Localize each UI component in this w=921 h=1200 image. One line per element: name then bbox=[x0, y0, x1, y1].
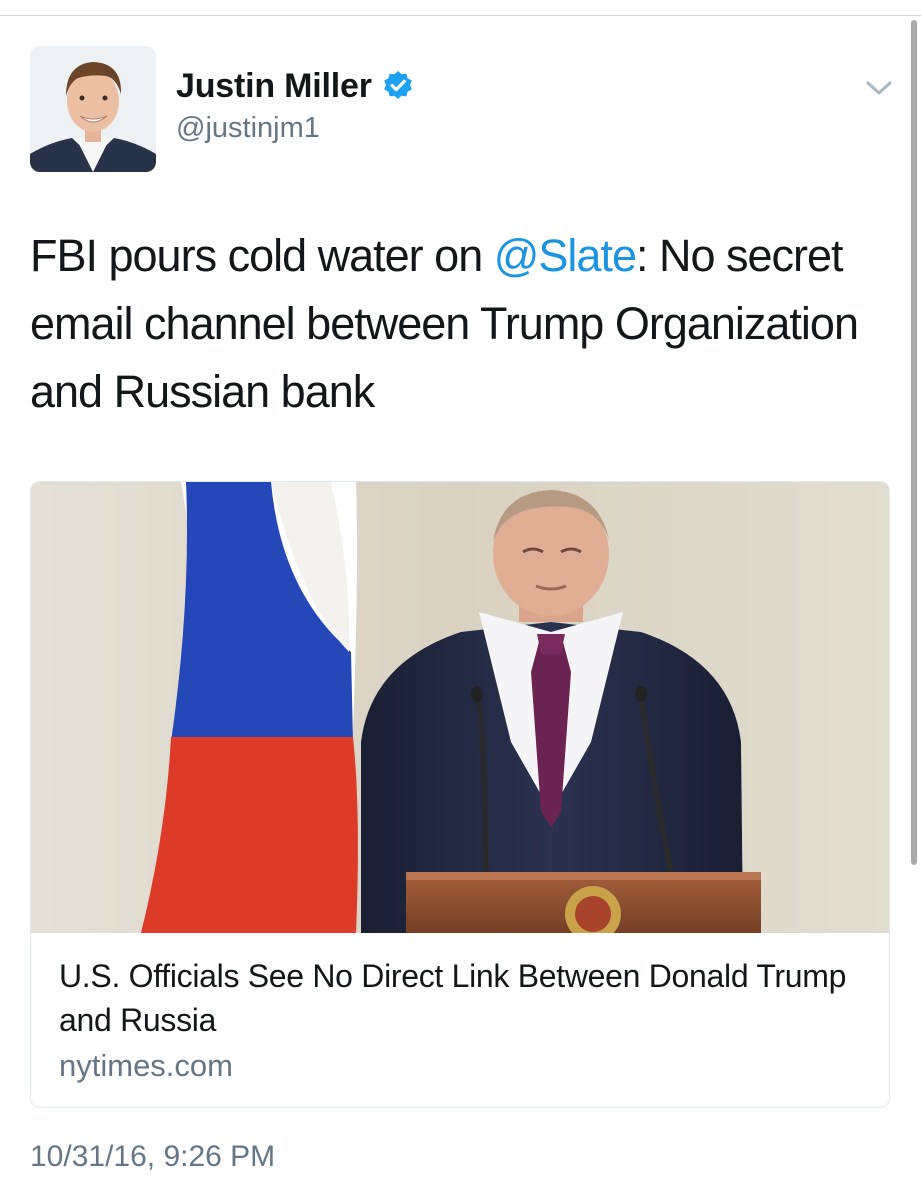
name-row: Justin Miller bbox=[176, 64, 414, 108]
author-block[interactable]: Justin Miller @justinjm1 bbox=[176, 64, 414, 145]
card-title[interactable]: U.S. Officials See No Direct Link Betwee… bbox=[59, 954, 859, 1042]
tweet-detail-view: Justin Miller @justinjm1 FBI pours cold … bbox=[0, 0, 921, 1200]
username-handle[interactable]: @justinjm1 bbox=[176, 112, 414, 145]
top-divider bbox=[0, 0, 921, 16]
scrollbar[interactable] bbox=[911, 20, 917, 865]
verified-badge-icon bbox=[382, 70, 414, 102]
tweet-timestamp: 10/31/16, 9:26 PM bbox=[30, 1140, 276, 1173]
mention-link[interactable]: @Slate bbox=[494, 230, 637, 281]
avatar-image bbox=[30, 46, 156, 172]
card-photo bbox=[31, 482, 889, 933]
chevron-down-icon[interactable] bbox=[863, 76, 895, 100]
link-card[interactable]: U.S. Officials See No Direct Link Betwee… bbox=[30, 481, 890, 1108]
card-text: U.S. Officials See No Direct Link Betwee… bbox=[59, 954, 859, 1084]
card-domain: nytimes.com bbox=[59, 1048, 233, 1083]
tweet-text-before: FBI pours cold water on bbox=[30, 230, 494, 281]
avatar[interactable] bbox=[30, 46, 156, 172]
tweet-text: FBI pours cold water on @Slate: No secre… bbox=[30, 222, 860, 426]
display-name[interactable]: Justin Miller bbox=[176, 67, 372, 106]
card-image[interactable] bbox=[31, 482, 889, 933]
